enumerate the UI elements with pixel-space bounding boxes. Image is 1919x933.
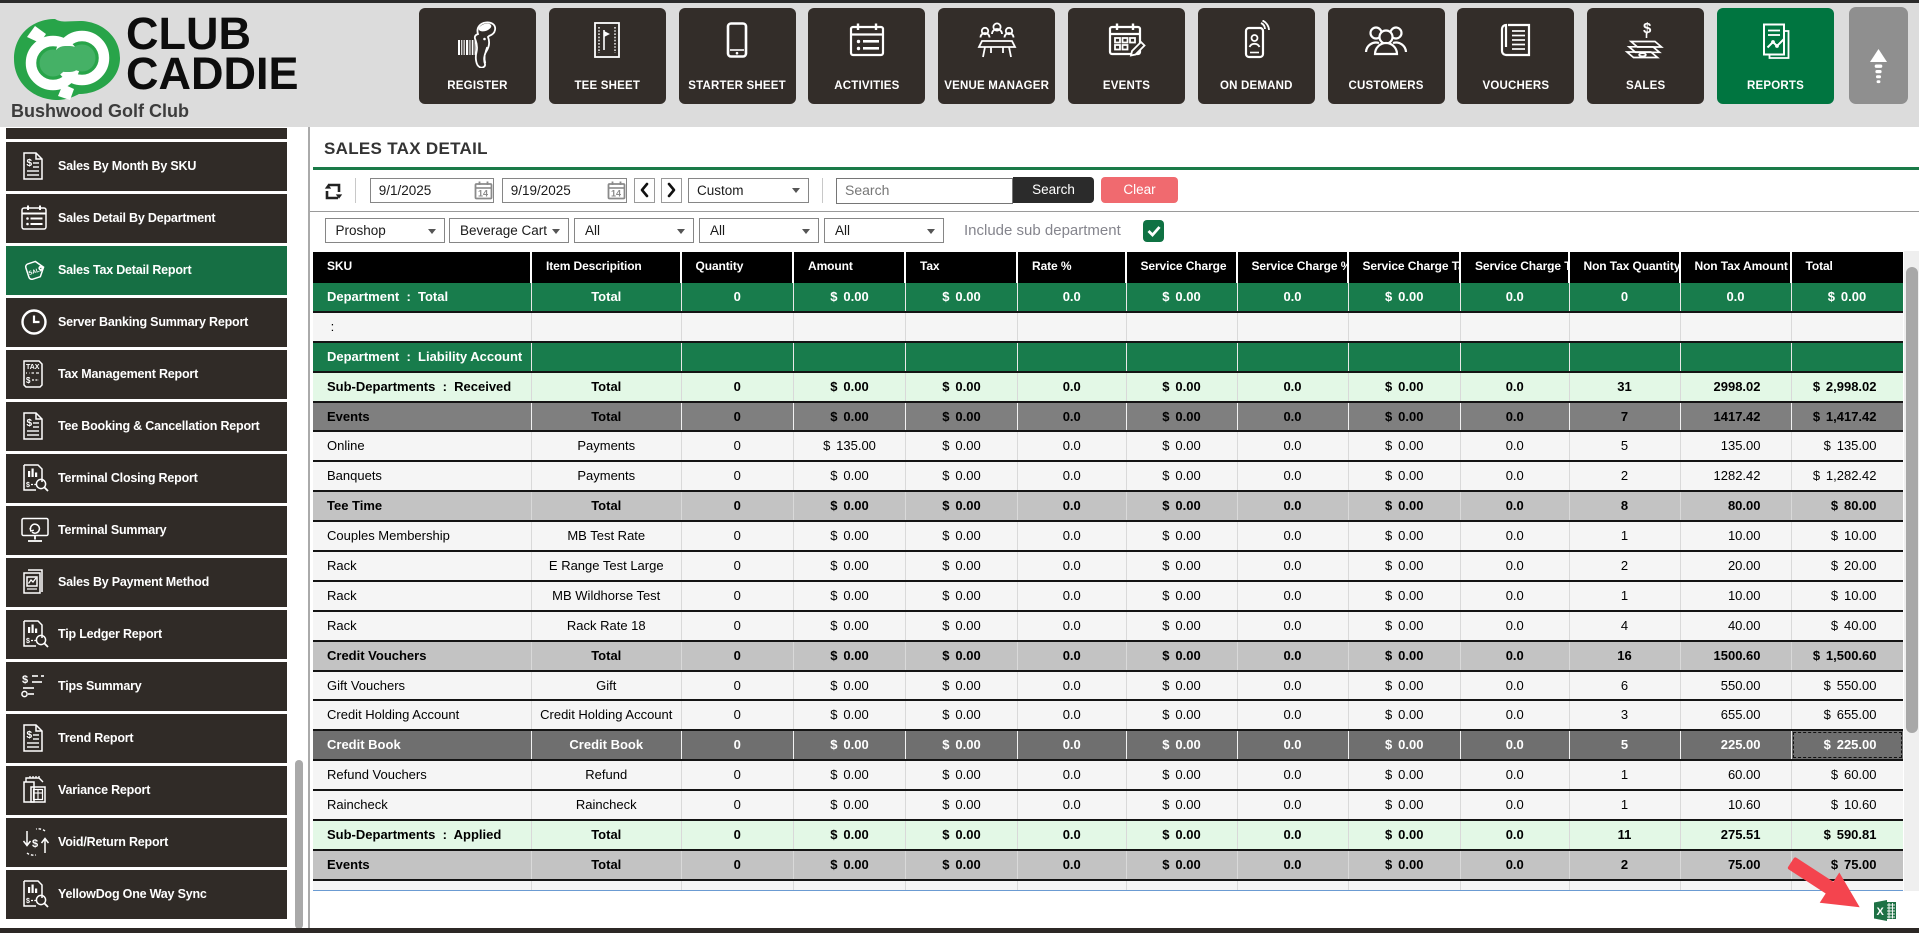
svg-text:14: 14 <box>611 188 621 198</box>
svg-text:$: $ <box>26 482 30 489</box>
svg-text:SALE: SALE <box>28 267 44 277</box>
svg-text:$: $ <box>22 674 28 686</box>
svg-text:$: $ <box>26 376 31 385</box>
svg-text:TAX: TAX <box>26 364 40 371</box>
svg-text:14: 14 <box>478 188 488 198</box>
svg-text:$: $ <box>26 638 30 645</box>
svg-text:$: $ <box>27 158 33 169</box>
svg-text:$: $ <box>32 838 38 850</box>
svg-text:$: $ <box>27 730 33 741</box>
svg-text:$: $ <box>1643 20 1652 37</box>
svg-text:X: X <box>1877 906 1885 918</box>
svg-text:$: $ <box>26 898 30 905</box>
svg-text:$: $ <box>27 418 33 429</box>
